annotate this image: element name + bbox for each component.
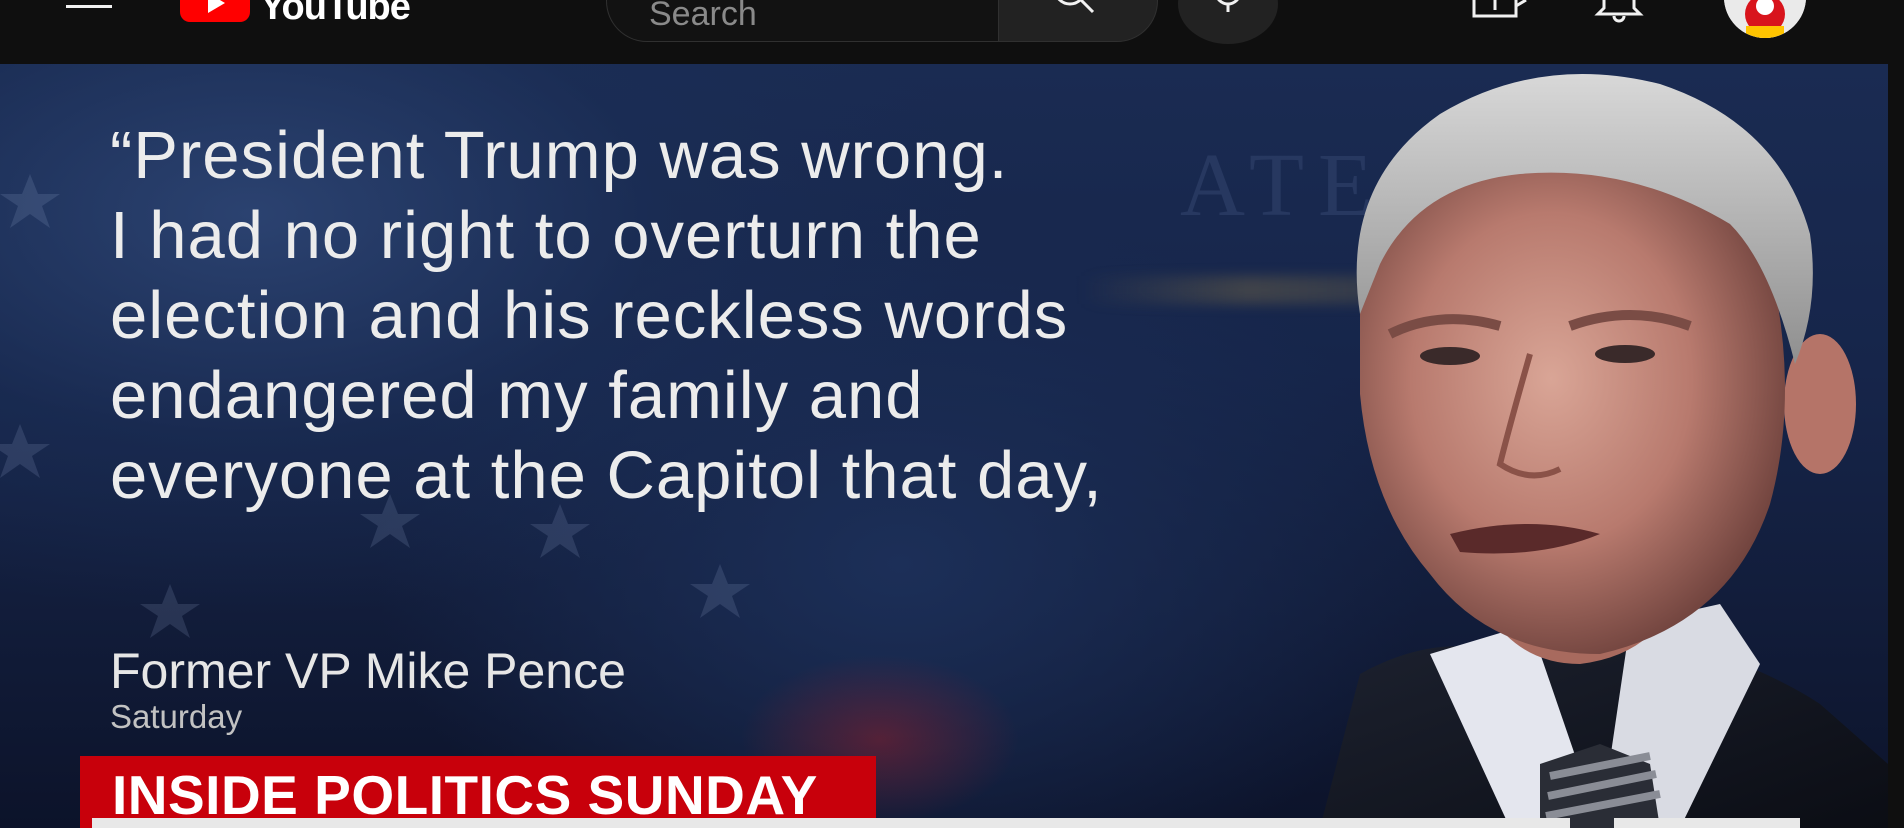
quote-line: everyone at the Capitol that day, [110, 438, 1103, 513]
quote-line: “President Trump was wrong. [110, 118, 1009, 193]
quote-line: election and his reckless words [110, 278, 1069, 353]
voice-search-button[interactable] [1178, 0, 1278, 44]
quote-date: Saturday [110, 698, 243, 735]
video-player[interactable]: ATES “President Trump was wrong. I had n… [0, 64, 1888, 828]
guide-menu-button[interactable] [66, 0, 112, 12]
quote-line: I had no right to overturn the [110, 198, 982, 273]
menu-icon [66, 5, 112, 8]
search-input[interactable] [647, 0, 981, 35]
search-box[interactable] [606, 0, 998, 42]
avatar[interactable] [1724, 0, 1806, 38]
create-button[interactable] [1472, 0, 1528, 22]
search-icon [1057, 0, 1095, 14]
search-button[interactable] [998, 0, 1158, 42]
quote-text: “President Trump was wrong. I had no rig… [110, 116, 1270, 516]
ticker-bar-secondary [1614, 818, 1800, 828]
masthead: YouTube [0, 0, 1904, 64]
notifications-button[interactable] [1594, 0, 1644, 24]
logo-text: YouTube [260, 0, 411, 28]
mic-icon [1217, 0, 1239, 12]
bell-icon [1594, 0, 1644, 23]
quote-line: endangered my family and [110, 358, 924, 433]
avatar-image [1724, 0, 1806, 38]
youtube-play-icon [180, 0, 250, 22]
ticker-bar [92, 818, 1570, 828]
speaker-portrait [1320, 74, 1888, 828]
speaker-name: Former VP Mike Pence [110, 643, 626, 699]
create-video-icon [1472, 0, 1527, 18]
